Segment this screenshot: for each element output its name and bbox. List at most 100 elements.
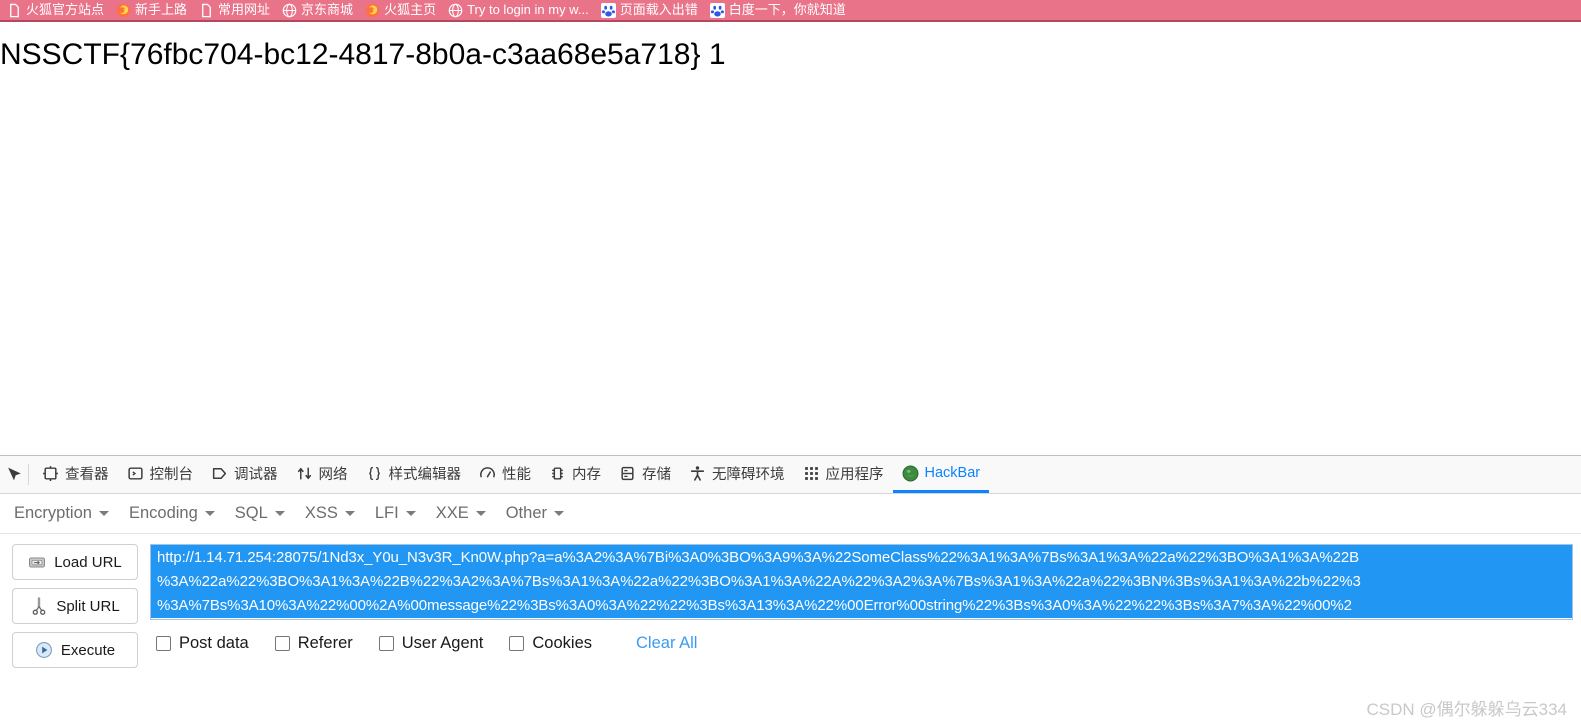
hackbar-url-area: http://1.14.71.254:28075/1Nd3x_Y0u_N3v3R… [150, 544, 1573, 726]
hackbar-body: Load URL Split URL Execute http://1.14.7… [0, 534, 1581, 726]
tab-console[interactable]: 控制台 [118, 456, 203, 493]
button-label: Execute [60, 641, 116, 659]
referer-checkbox[interactable]: Referer [274, 634, 353, 653]
hackbar-menubar: Encryption Encoding SQL XSS LFI XXE Othe… [0, 494, 1581, 534]
bookmark-label: 白度一下，你就知道 [728, 2, 846, 17]
csdn-watermark: CSDN @偶尔躲躲乌云334 [1366, 700, 1567, 719]
chevron-down-icon [405, 511, 416, 516]
menu-sql[interactable]: SQL [229, 499, 299, 528]
tab-storage[interactable]: 存储 [610, 456, 680, 493]
menu-xxe[interactable]: XXE [430, 499, 500, 528]
checkbox-box [274, 636, 290, 651]
checkbox-label: Post data [179, 634, 249, 652]
post-data-checkbox[interactable]: Post data [156, 634, 249, 653]
memory-icon [552, 466, 563, 480]
tab-memory[interactable]: 内存 [540, 456, 610, 493]
application-icon [804, 466, 818, 480]
style-editor-icon [368, 466, 380, 480]
user-agent-checkbox[interactable]: User Agent [378, 634, 484, 653]
bookmark-item[interactable]: Try to login in my w... [443, 1, 596, 19]
menu-label: Other [505, 504, 547, 522]
cookies-checkbox[interactable]: Cookies [509, 634, 592, 653]
tab-label: 网络 [318, 466, 348, 483]
bookmark-item[interactable]: 火狐官方站点 [2, 1, 111, 19]
debugger-icon [212, 467, 227, 479]
bookmark-item[interactable]: 白度一下，你就知道 [705, 1, 853, 19]
menu-encryption[interactable]: Encryption [8, 499, 123, 528]
bookmark-label: 页面载入出错 [619, 2, 698, 17]
menu-label: XSS [304, 504, 338, 522]
menu-label: Encoding [128, 504, 198, 522]
menu-other[interactable]: Other [500, 499, 578, 528]
globe-icon [282, 3, 297, 18]
bookmark-label: 新手上路 [135, 2, 188, 17]
checkbox-box [156, 636, 171, 651]
chevron-down-icon [98, 511, 109, 516]
inspector-icon [43, 465, 58, 481]
chevron-down-icon [475, 511, 486, 516]
globe-icon [448, 3, 463, 18]
button-label: Load URL [54, 553, 122, 571]
execute-button[interactable]: Execute [12, 632, 138, 668]
bookmark-item[interactable]: 页面载入出错 [596, 1, 705, 19]
hackbar-icon [902, 465, 918, 481]
url-textarea-value: http://1.14.71.254:28075/1Nd3x_Y0u_N3v3R… [151, 545, 1572, 618]
storage-icon [621, 466, 634, 480]
tab-debugger[interactable]: 调试器 [202, 456, 287, 493]
accessibility-icon [690, 465, 705, 481]
split-url-icon [32, 597, 46, 615]
chevron-down-icon [204, 511, 215, 516]
performance-icon [480, 466, 495, 478]
tab-label: 调试器 [234, 466, 278, 483]
tab-performance[interactable]: 性能 [470, 456, 540, 493]
tab-label: 内存 [572, 466, 601, 483]
bookmark-item[interactable]: 常用网址 [194, 1, 277, 19]
tab-label: 性能 [502, 466, 531, 483]
checkbox-label: User Agent [401, 634, 484, 652]
menu-label: Encryption [14, 504, 92, 522]
clear-all-link[interactable]: Clear All [636, 634, 697, 653]
chevron-down-icon [344, 511, 355, 516]
tab-label: 无障碍环境 [712, 466, 785, 483]
tab-label: 存储 [642, 466, 671, 483]
bookmark-item[interactable]: 新手上路 [111, 1, 194, 19]
devtools-panel: 查看器 控制台 调试器 网络 样式编辑器 性能 内存 存储 无障碍环境 应用程序… [0, 455, 1581, 726]
console-icon [127, 466, 143, 480]
bookmark-item[interactable]: 火狐主页 [360, 1, 443, 19]
menu-lfi[interactable]: LFI [369, 499, 430, 528]
chevron-down-icon [274, 511, 285, 516]
flag-output-text: NSSCTF{76fbc704-bc12-4817-8b0a-c3aa68e5a… [0, 38, 726, 71]
page-icon [7, 3, 22, 18]
tab-accessibility[interactable]: 无障碍环境 [680, 456, 794, 493]
hackbar-action-buttons: Load URL Split URL Execute [8, 544, 138, 726]
bookmark-item[interactable]: 京东商城 [277, 1, 360, 19]
button-label: Split URL [56, 597, 120, 615]
tab-inspector[interactable]: 查看器 [33, 456, 118, 493]
toolbar-divider [28, 464, 29, 485]
checkbox-box [509, 636, 525, 651]
execute-icon [35, 642, 52, 658]
menu-label: XXE [435, 504, 469, 522]
load-url-button[interactable]: Load URL [12, 544, 138, 580]
bookmark-label: Try to login in my w... [467, 2, 589, 17]
element-picker-icon [7, 467, 21, 481]
tab-hackbar[interactable]: HackBar [892, 456, 990, 493]
hackbar-panel: Encryption Encoding SQL XSS LFI XXE Othe… [0, 494, 1581, 726]
tab-label: 应用程序 [825, 466, 884, 483]
menu-label: LFI [374, 504, 399, 522]
tab-label: 查看器 [65, 466, 109, 483]
menu-xss[interactable]: XSS [299, 499, 369, 528]
menu-encoding[interactable]: Encoding [123, 499, 229, 528]
page-icon [199, 3, 214, 18]
tab-network[interactable]: 网络 [287, 456, 357, 493]
baidu-icon [709, 2, 725, 18]
split-url-button[interactable]: Split URL [12, 588, 138, 624]
url-textarea[interactable]: http://1.14.71.254:28075/1Nd3x_Y0u_N3v3R… [150, 544, 1573, 620]
tab-label: 样式编辑器 [388, 466, 462, 483]
network-icon [297, 466, 311, 480]
element-picker-button[interactable] [0, 456, 26, 493]
load-url-icon [29, 557, 46, 568]
tab-style-editor[interactable]: 样式编辑器 [357, 456, 471, 493]
bookmark-label: 火狐官方站点 [26, 2, 105, 17]
tab-application[interactable]: 应用程序 [794, 456, 893, 493]
